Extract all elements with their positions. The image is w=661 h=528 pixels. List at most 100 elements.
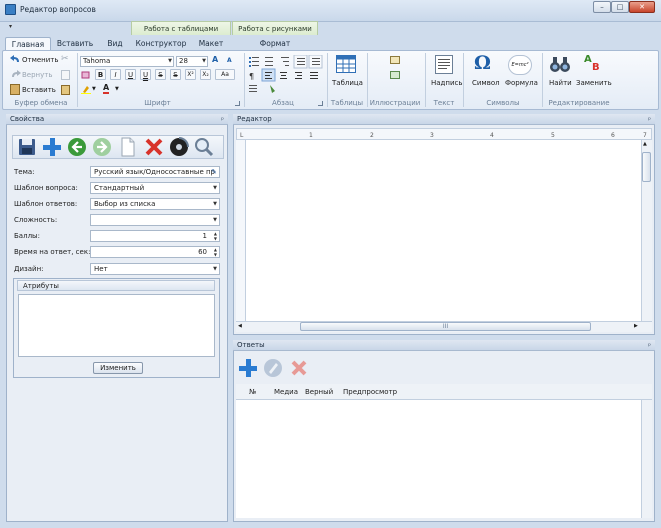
cut-icon[interactable]: ✂	[61, 55, 71, 65]
superscript-button[interactable]: X²	[185, 69, 196, 80]
formula-button[interactable]: Формула	[505, 79, 538, 87]
ruler-number: 2	[370, 132, 374, 139]
tab-format[interactable]: Формат	[248, 37, 302, 50]
spin-arrows-icon[interactable]: ▲ ▼	[214, 231, 217, 241]
close-button[interactable]: ✕	[629, 1, 655, 13]
attributes-tab[interactable]: Атрибуты	[17, 280, 215, 291]
topic-field[interactable]: Русский язык/Односоставные пр ✎	[90, 166, 220, 178]
horizontal-scroll-thumb[interactable]: III	[300, 322, 591, 331]
new-document-icon[interactable]	[118, 137, 138, 157]
tab-layout[interactable]: Макет	[192, 37, 230, 50]
delete-answer-icon[interactable]	[289, 358, 309, 378]
question-template-value: Стандартный	[94, 184, 145, 192]
italic-button[interactable]: I	[110, 69, 121, 80]
answers-template-value: Выбор из списка	[94, 200, 156, 208]
separator	[425, 53, 426, 107]
minimize-button[interactable]: –	[593, 1, 611, 13]
answers-table-header	[236, 384, 652, 400]
paste-special-icon[interactable]	[61, 85, 70, 95]
picture-icon[interactable]	[390, 56, 400, 64]
symbol-button[interactable]: Символ	[472, 79, 500, 87]
column-correct[interactable]: Верный	[305, 388, 333, 396]
chevron-down-icon: ▼	[213, 201, 217, 207]
points-spin[interactable]: 1 ▲ ▼	[90, 230, 220, 242]
shrink-font-button[interactable]: A	[227, 57, 232, 64]
search-icon[interactable]	[194, 137, 214, 157]
tab-insert[interactable]: Вставить	[53, 37, 97, 50]
scroll-left-icon[interactable]: ◀	[238, 323, 242, 329]
tab-view[interactable]: Вид	[99, 37, 131, 50]
media-disc-icon[interactable]	[169, 137, 189, 157]
change-button[interactable]: Изменить	[93, 362, 143, 374]
delete-icon[interactable]	[144, 137, 164, 157]
pin-icon[interactable]: ᵖ	[648, 341, 651, 352]
field-label-question-template: Шаблон вопроса:	[14, 184, 78, 192]
pin-icon[interactable]: ᵖ	[221, 115, 224, 126]
font-dialog-launcher-icon[interactable]	[235, 101, 240, 106]
add-answer-icon[interactable]	[238, 358, 258, 378]
replace-button[interactable]: Заменить	[576, 79, 612, 87]
font-family-combo[interactable]: Tahoma ▼	[80, 56, 174, 67]
copy-icon[interactable]	[61, 70, 70, 80]
subscript-button[interactable]: X₂	[200, 69, 211, 80]
chevron-down-icon: ▼	[213, 217, 217, 223]
replace-icon-b: B	[592, 62, 600, 73]
clear-format-icon[interactable]	[81, 70, 91, 80]
highlight-dropdown-icon[interactable]: ▼	[92, 86, 96, 92]
answer-time-spin[interactable]: 60 ▲ ▼	[90, 246, 220, 258]
highlight-icon[interactable]	[81, 84, 91, 94]
attributes-list[interactable]	[18, 294, 215, 357]
scroll-up-icon[interactable]: ▲	[643, 141, 647, 147]
design-combo[interactable]: Нет ▼	[90, 263, 220, 275]
topic-picker-icon[interactable]: ✎	[211, 167, 217, 177]
find-button[interactable]: Найти	[549, 79, 572, 87]
tab-constructor[interactable]: Конструктор	[133, 37, 189, 50]
editor-document[interactable]	[246, 140, 641, 321]
font-color-dropdown-icon[interactable]: ▼	[115, 86, 119, 92]
tab-home[interactable]: Главная	[5, 37, 51, 50]
image-icon[interactable]	[390, 71, 400, 79]
paragraph-group-label: Абзац	[272, 99, 294, 107]
question-template-combo[interactable]: Стандартный ▼	[90, 182, 220, 194]
double-strikethrough-button[interactable]: S	[170, 69, 181, 80]
spin-arrows-icon[interactable]: ▲ ▼	[214, 247, 217, 257]
save-icon[interactable]	[17, 137, 37, 157]
difficulty-combo[interactable]: ▼	[90, 214, 220, 226]
paste-button[interactable]: Вставить	[22, 86, 56, 94]
chevron-down-icon: ▼	[213, 185, 217, 191]
double-underline-button[interactable]: U	[140, 69, 151, 80]
table-button[interactable]: Таблица	[332, 79, 363, 87]
topic-value: Русский язык/Односоставные пр	[94, 168, 215, 176]
font-size-combo[interactable]: 28 ▼	[176, 56, 208, 67]
paragraph-dialog-launcher-icon[interactable]	[318, 101, 323, 106]
add-icon[interactable]	[42, 137, 62, 157]
redo-button[interactable]: Вернуть	[22, 71, 52, 79]
binoculars-icon	[550, 57, 570, 73]
answers-vertical-scrollbar[interactable]	[641, 400, 652, 518]
answers-template-combo[interactable]: Выбор из списка ▼	[90, 198, 220, 210]
undo-icon	[10, 55, 21, 64]
scroll-right-icon[interactable]: ▶	[634, 323, 638, 329]
redo-icon	[10, 70, 21, 79]
forward-arrow-icon[interactable]	[92, 137, 112, 157]
quick-access-dropdown-icon[interactable]: ▾	[9, 23, 12, 30]
column-number[interactable]: №	[249, 388, 256, 396]
font-color-button[interactable]: A	[103, 83, 110, 94]
back-arrow-icon[interactable]	[67, 137, 87, 157]
grow-font-button[interactable]: A	[212, 55, 218, 64]
separator	[244, 53, 245, 107]
font-group-label: Шрифт	[144, 99, 171, 107]
strikethrough-button[interactable]: S	[155, 69, 166, 80]
caption-button[interactable]: Надпись	[431, 79, 463, 87]
maximize-button[interactable]: □	[611, 1, 629, 13]
pin-icon[interactable]: ᵖ	[648, 115, 651, 126]
column-media[interactable]: Медиа	[274, 388, 298, 396]
vertical-scroll-thumb[interactable]	[642, 152, 651, 182]
change-case-button[interactable]: Aa	[215, 69, 235, 80]
underline-button[interactable]: U	[125, 69, 136, 80]
bold-button[interactable]: B	[95, 69, 106, 80]
answers-table-body[interactable]	[236, 400, 641, 518]
column-preview[interactable]: Предпросмотр	[343, 388, 397, 396]
edit-answer-icon[interactable]	[263, 358, 283, 378]
undo-button[interactable]: Отменить	[22, 56, 59, 64]
